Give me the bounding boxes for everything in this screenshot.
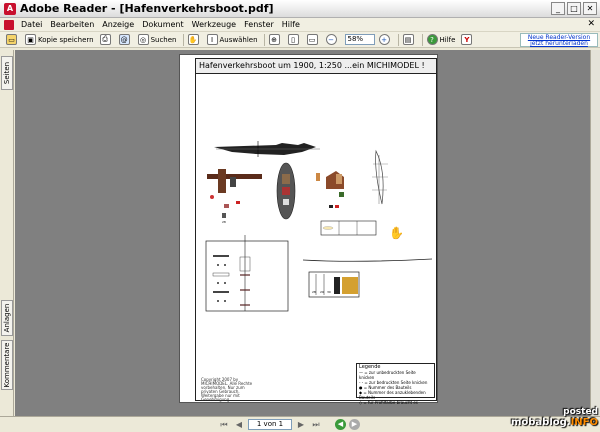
tab-comments[interactable]: Kommentare bbox=[1, 340, 13, 390]
legend-box: Legende — = zur unbedruckten Seite knick… bbox=[356, 363, 435, 405]
menu-bar: Datei Bearbeiten Anzeige Dokument Werkze… bbox=[0, 18, 600, 31]
toolbar-separator bbox=[182, 33, 184, 46]
zoom-input[interactable]: 58% bbox=[344, 34, 375, 45]
back-view-button[interactable]: ◀ bbox=[335, 419, 346, 430]
fit-page-icon: ▯ bbox=[287, 34, 299, 45]
minimize-button[interactable]: _ bbox=[551, 2, 565, 15]
select-button[interactable]: I Auswählen bbox=[206, 34, 258, 45]
page-layout-button[interactable]: ▤ bbox=[402, 34, 416, 45]
minus-icon: − bbox=[325, 34, 337, 45]
watermark-site-tld: INFO bbox=[570, 417, 598, 428]
last-page-button[interactable]: ⏭ bbox=[310, 419, 322, 430]
tab-attachments-label: Anlagen bbox=[3, 303, 11, 333]
vertical-scrollbar[interactable] bbox=[590, 50, 600, 416]
save-copy-label: Kopie speichern bbox=[38, 35, 94, 44]
page-number-input[interactable]: 1 von 1 bbox=[248, 419, 292, 430]
menu-datei[interactable]: Datei bbox=[17, 20, 46, 29]
fit-width-icon: ▭ bbox=[306, 34, 318, 45]
title-bar: A Adobe Reader - [Hafenverkehrsboot.pdf]… bbox=[0, 0, 600, 18]
legend-line: — = zur unbedruckten Seite knicken bbox=[359, 370, 416, 380]
magnifier-icon: ⊕ bbox=[268, 34, 280, 45]
toolbar: ▭ ▣ Kopie speichern ⎙ @ ◎ Suchen ✋ I Aus… bbox=[0, 31, 600, 48]
zoom-in-button[interactable]: + bbox=[378, 34, 392, 45]
document-view[interactable]: Hafenverkehrsboot um 1900, 1:250 ...ein … bbox=[15, 50, 590, 416]
zoom-out-button[interactable]: − bbox=[325, 34, 339, 45]
hand-tool-button[interactable]: ✋ bbox=[187, 34, 201, 45]
watermark-site: mobablog.INFO bbox=[511, 417, 598, 428]
fit-width-button[interactable]: ▭ bbox=[306, 34, 320, 45]
save-icon: ▣ bbox=[25, 34, 36, 45]
binoculars-icon: ◎ bbox=[137, 34, 149, 45]
tab-pages-label: Seiten bbox=[3, 61, 11, 85]
watermark-site-name: mobablog. bbox=[510, 417, 571, 428]
printer-icon: ⎙ bbox=[99, 34, 111, 45]
zoom-tool-button[interactable]: ⊕ bbox=[268, 34, 282, 45]
toolbar-separator bbox=[263, 33, 265, 46]
forward-view-button[interactable]: ▶ bbox=[349, 419, 360, 430]
window-title: Adobe Reader - [Hafenverkehrsboot.pdf] bbox=[20, 2, 274, 15]
search-label: Suchen bbox=[150, 35, 177, 44]
print-button[interactable]: ⎙ bbox=[99, 34, 113, 45]
menu-fenster[interactable]: Fenster bbox=[240, 20, 278, 29]
help-label: Hilfe bbox=[439, 35, 456, 44]
document-icon[interactable] bbox=[4, 19, 14, 30]
watermark: posted mobablog.INFO bbox=[511, 407, 598, 429]
menu-bearbeiten[interactable]: Bearbeiten bbox=[46, 20, 98, 29]
page-navigation: ⏮ ◀ 1 von 1 ▶ ⏭ ◀ ▶ bbox=[218, 419, 360, 430]
yahoo-button[interactable]: Y bbox=[461, 34, 474, 45]
menu-werkzeuge[interactable]: Werkzeuge bbox=[188, 20, 240, 29]
previous-page-button[interactable]: ◀ bbox=[233, 419, 245, 430]
fit-page-button[interactable]: ▯ bbox=[287, 34, 301, 45]
folder-icon: ▭ bbox=[6, 34, 17, 45]
page-layout-icon: ▤ bbox=[402, 34, 414, 45]
hand-icon: ✋ bbox=[187, 34, 199, 45]
select-text-icon: I bbox=[206, 34, 218, 45]
help-icon: ? bbox=[426, 34, 438, 45]
svg-text:30: 30 bbox=[327, 290, 331, 294]
menu-dokument[interactable]: Dokument bbox=[138, 20, 187, 29]
svg-text:29: 29 bbox=[320, 290, 324, 294]
maximize-button[interactable]: □ bbox=[567, 2, 581, 15]
save-copy-button[interactable]: ▣ Kopie speichern bbox=[25, 34, 94, 45]
menu-hilfe[interactable]: Hilfe bbox=[278, 20, 304, 29]
svg-text:28: 28 bbox=[222, 220, 226, 224]
menu-anzeige[interactable]: Anzeige bbox=[98, 20, 138, 29]
yahoo-icon: Y bbox=[461, 34, 473, 45]
update-reader-link[interactable]: Neue Reader-Version jetzt herunterladen bbox=[520, 33, 598, 47]
help-button[interactable]: ? Hilfe bbox=[426, 34, 456, 45]
legend-line: ◆ = Nummer des anzuklebenden Bauteils bbox=[359, 390, 426, 400]
tab-attachments[interactable]: Anlagen bbox=[1, 300, 13, 336]
email-icon: @ bbox=[118, 34, 130, 45]
plus-icon: + bbox=[378, 34, 390, 45]
close-button[interactable]: ✕ bbox=[583, 2, 597, 15]
first-page-button[interactable]: ⏮ bbox=[218, 419, 230, 430]
next-page-button[interactable]: ▶ bbox=[295, 419, 307, 430]
copyright-notice: Copyright 2007 by MICHIMODEL. Alle Recht… bbox=[201, 377, 253, 402]
toolbar-separator bbox=[421, 33, 423, 46]
close-document-icon[interactable]: ✕ bbox=[587, 19, 595, 29]
open-button[interactable]: ▭ bbox=[6, 34, 19, 45]
adobe-icon: A bbox=[4, 2, 16, 15]
hand-cursor-icon: ✋ bbox=[389, 226, 404, 240]
toolbar-separator bbox=[397, 33, 399, 46]
watermark-posted: posted bbox=[563, 407, 598, 417]
navigation-panel: Seiten Anlagen Kommentare bbox=[0, 50, 14, 416]
legend-line: ◇ = für Profilfarbe braucht es bbox=[359, 400, 418, 405]
email-button[interactable]: @ bbox=[118, 34, 132, 45]
select-label: Auswählen bbox=[219, 35, 258, 44]
search-button[interactable]: ◎ Suchen bbox=[137, 34, 177, 45]
tab-pages[interactable]: Seiten bbox=[1, 56, 13, 90]
tab-comments-label: Kommentare bbox=[3, 342, 11, 388]
svg-text:28: 28 bbox=[312, 290, 316, 294]
